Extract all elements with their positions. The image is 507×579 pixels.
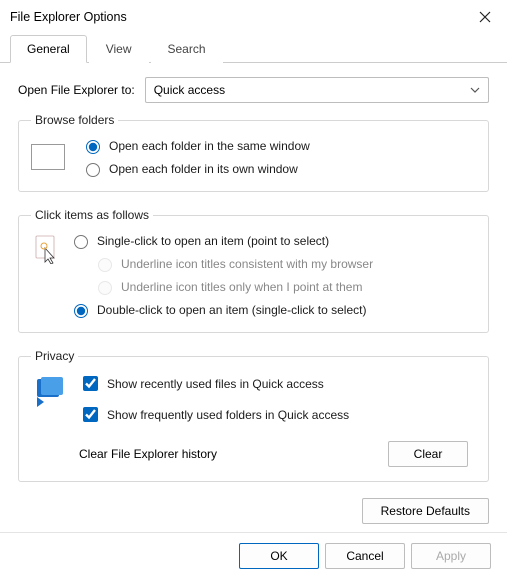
- radio-double-label: Double-click to open an item (single-cli…: [97, 303, 366, 317]
- click-icon: [31, 232, 59, 264]
- apply-button[interactable]: Apply: [411, 543, 491, 569]
- open-to-label: Open File Explorer to:: [18, 83, 135, 97]
- radio-same-window[interactable]: [86, 140, 100, 154]
- radio-underline-point: [98, 281, 112, 295]
- privacy-group: Privacy Show recently used files in Quic…: [18, 349, 489, 482]
- underline-browser-label: Underline icon titles consistent with my…: [121, 257, 373, 271]
- radio-own-label: Open each folder in its own window: [109, 162, 298, 176]
- browse-legend: Browse folders: [31, 113, 118, 127]
- radio-double-click[interactable]: [74, 304, 88, 318]
- tab-strip: General View Search: [0, 34, 507, 63]
- tab-general[interactable]: General: [10, 35, 87, 63]
- radio-underline-browser: [98, 258, 112, 272]
- privacy-icon: [31, 373, 67, 409]
- cancel-button[interactable]: Cancel: [325, 543, 405, 569]
- chk-recent-files[interactable]: [83, 376, 98, 391]
- folder-icon: [31, 144, 65, 170]
- clear-button[interactable]: Clear: [388, 441, 468, 467]
- close-icon: [479, 11, 491, 23]
- open-to-select[interactable]: Quick access: [145, 77, 489, 103]
- browse-folders-group: Browse folders Open each folder in the s…: [18, 113, 489, 192]
- chk-frequent-label: Show frequently used folders in Quick ac…: [107, 408, 349, 422]
- click-legend: Click items as follows: [31, 208, 153, 222]
- window-title: File Explorer Options: [10, 10, 127, 24]
- ok-button[interactable]: OK: [239, 543, 319, 569]
- radio-single-label: Single-click to open an item (point to s…: [97, 234, 329, 248]
- underline-point-label: Underline icon titles only when I point …: [121, 280, 362, 294]
- clear-history-label: Clear File Explorer history: [79, 447, 217, 461]
- restore-defaults-button[interactable]: Restore Defaults: [362, 498, 489, 524]
- open-to-value: Quick access: [154, 83, 225, 97]
- privacy-legend: Privacy: [31, 349, 78, 363]
- close-button[interactable]: [471, 6, 499, 28]
- radio-same-label: Open each folder in the same window: [109, 139, 310, 153]
- chk-frequent-folders[interactable]: [83, 407, 98, 422]
- click-items-group: Click items as follows Single-click to o…: [18, 208, 489, 333]
- tab-view[interactable]: View: [89, 35, 149, 63]
- radio-single-click[interactable]: [74, 235, 88, 249]
- chevron-down-icon: [470, 87, 480, 93]
- radio-own-window[interactable]: [86, 163, 100, 177]
- chk-recent-label: Show recently used files in Quick access: [107, 377, 324, 391]
- tab-search[interactable]: Search: [151, 35, 223, 63]
